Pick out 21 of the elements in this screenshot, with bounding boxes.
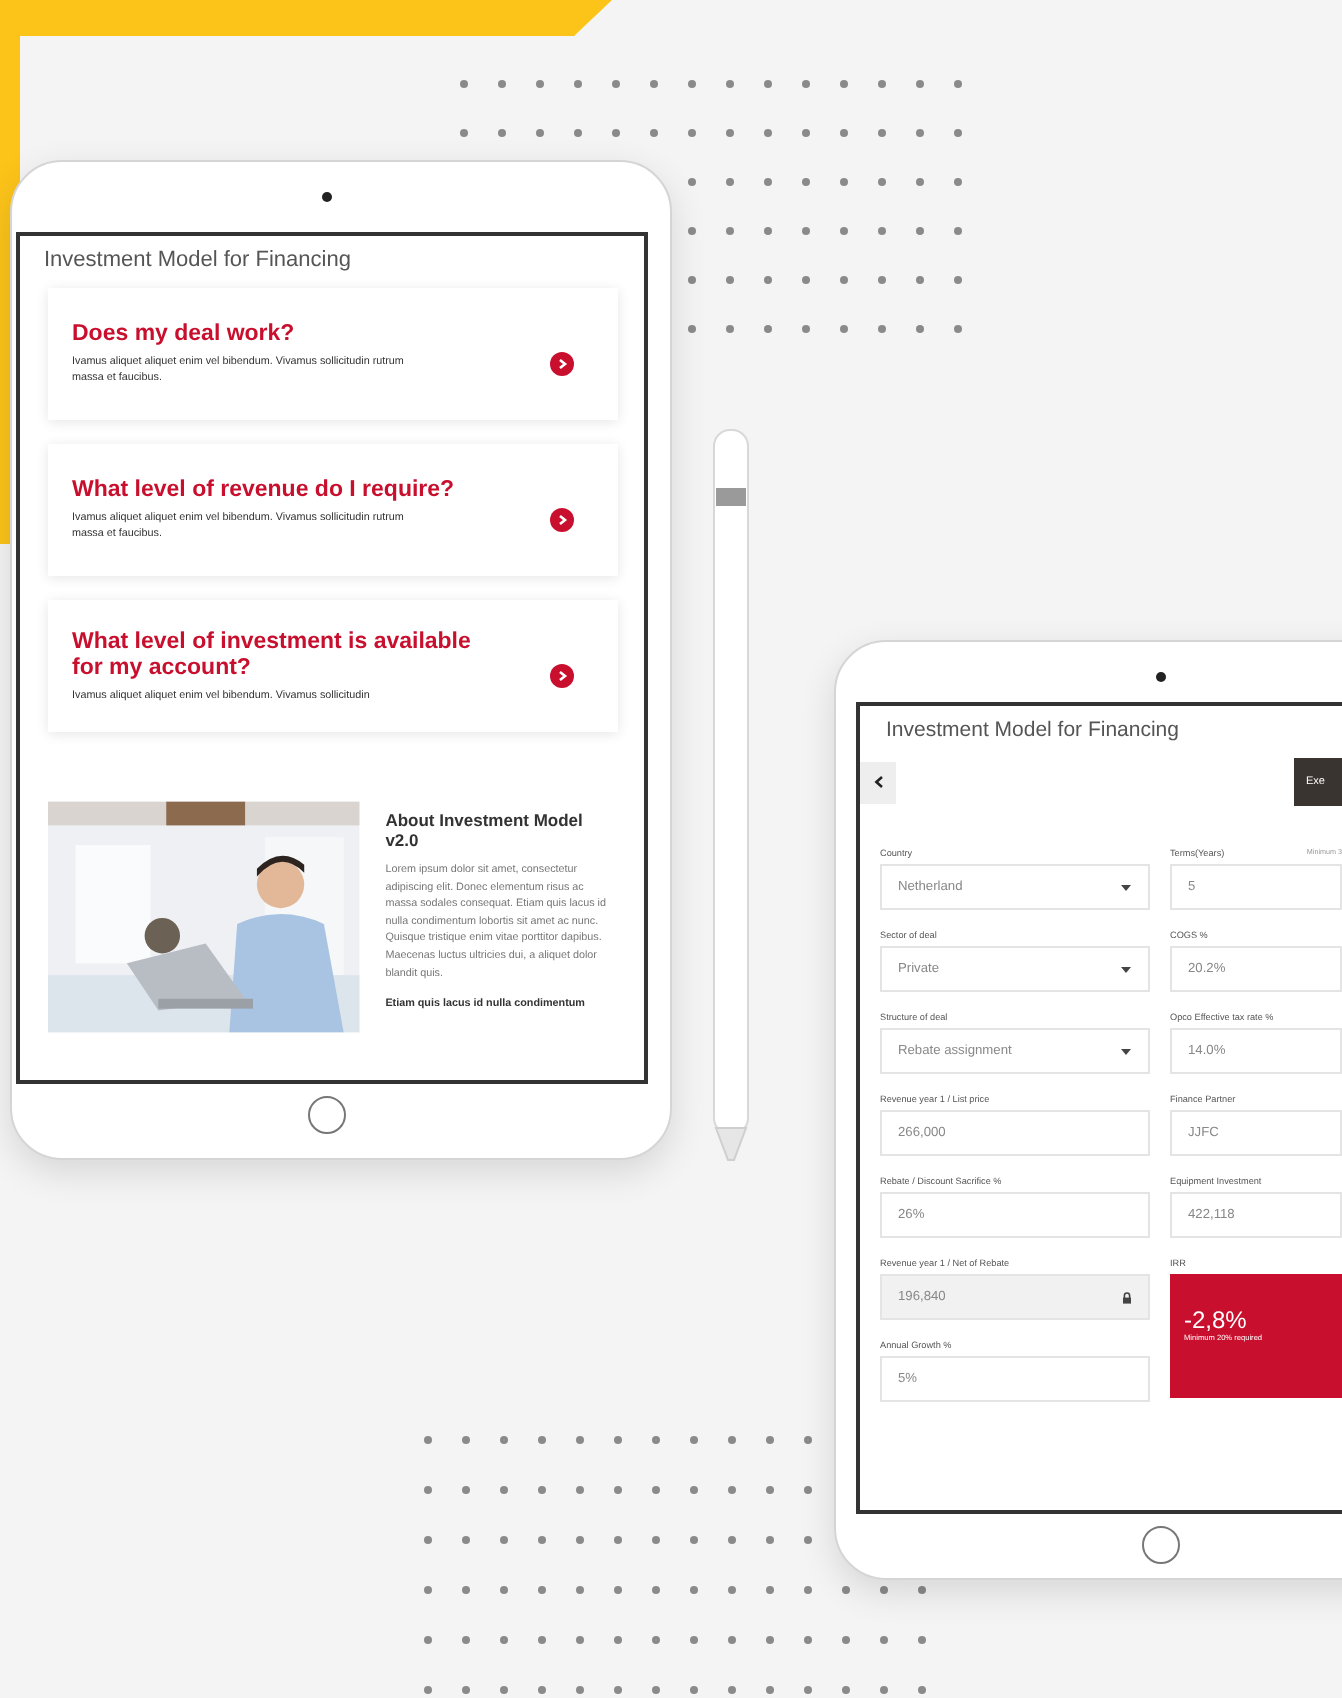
card-title: What level of investment is available for my account?: [72, 629, 472, 681]
chevron-icon: [556, 358, 568, 370]
chevron-icon: [556, 514, 568, 526]
lock-icon: [1122, 1291, 1132, 1303]
chevron-icon: [556, 670, 568, 682]
card-title: Does my deal work?: [72, 322, 297, 348]
dropdown-icon: [1120, 883, 1132, 891]
back-button[interactable]: [860, 761, 896, 803]
about-heading: About Investment Model v2.0: [385, 810, 585, 850]
next-button[interactable]: [550, 508, 574, 532]
card-title: What level of revenue do I require?: [72, 478, 457, 504]
next-button[interactable]: [550, 352, 574, 376]
dropdown-icon: [1120, 965, 1132, 973]
result-value: -2,8%: [1184, 1308, 1249, 1332]
dropdown-icon: [1120, 1047, 1132, 1055]
back-icon: [873, 776, 883, 788]
page-title: Investment Model for Financing: [44, 248, 353, 272]
camera-dot: [322, 192, 332, 202]
next-button[interactable]: [550, 664, 574, 688]
camera-dot: [1156, 672, 1166, 682]
page-title: Investment Model for Financing: [886, 718, 1181, 742]
